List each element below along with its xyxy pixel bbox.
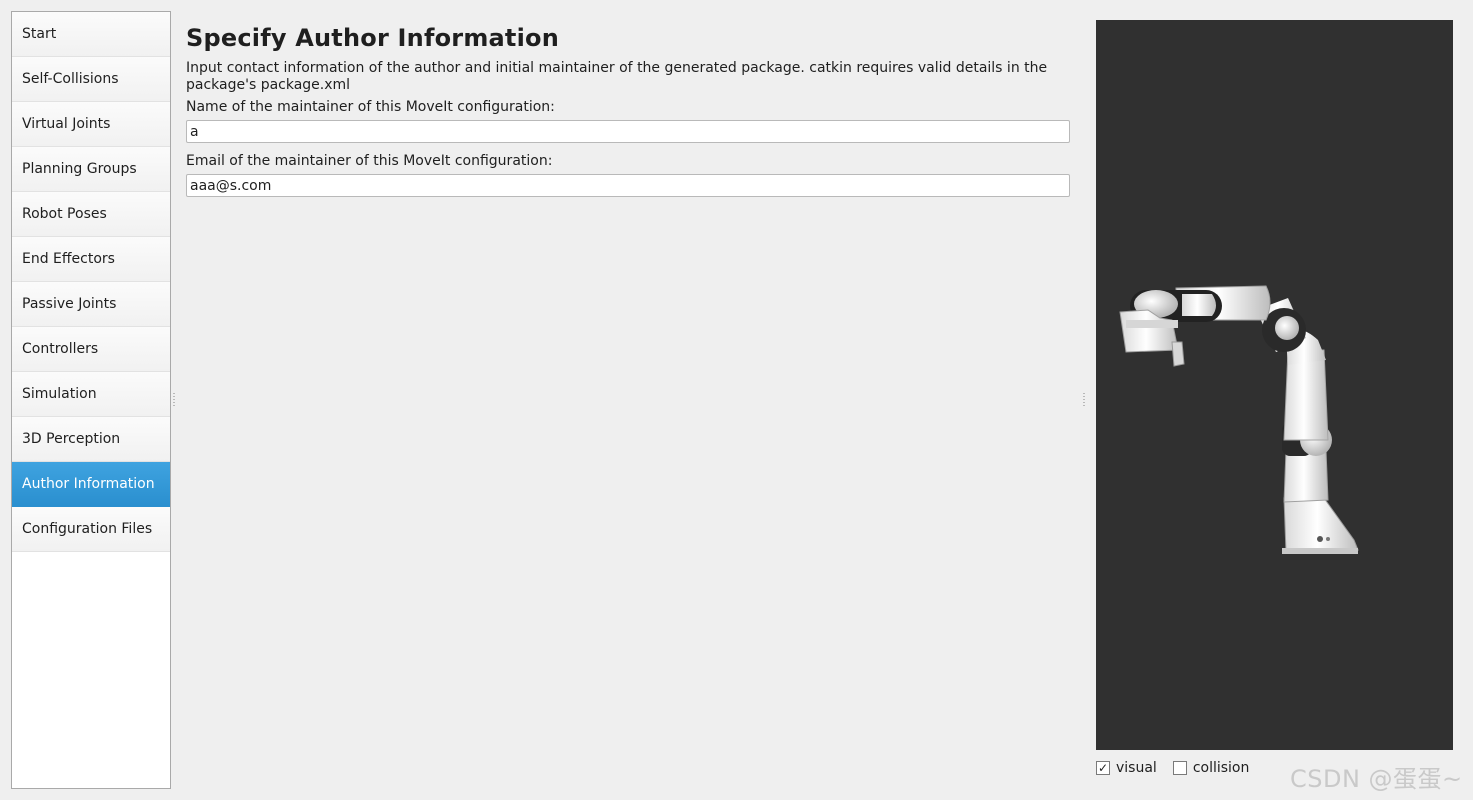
visual-checkbox[interactable]: ✓ visual <box>1096 760 1157 776</box>
sidebar-item-author-information[interactable]: Author Information <box>12 462 170 507</box>
sidebar-item-3d-perception[interactable]: 3D Perception <box>12 417 170 462</box>
sidebar-item-simulation[interactable]: Simulation <box>12 372 170 417</box>
watermark: CSDN @蛋蛋~ <box>1290 765 1463 793</box>
page-description: Input contact information of the author … <box>186 60 1048 93</box>
maintainer-email-input[interactable] <box>186 174 1070 197</box>
sidebar-item-passive-joints[interactable]: Passive Joints <box>12 282 170 327</box>
visual-checkbox-box[interactable]: ✓ <box>1096 761 1110 775</box>
sidebar-item-configuration-files[interactable]: Configuration Files <box>12 507 170 552</box>
name-label: Name of the maintainer of this MoveIt co… <box>186 99 555 115</box>
left-splitter-handle[interactable] <box>173 393 175 407</box>
collision-checkbox[interactable]: collision <box>1172 760 1250 776</box>
robot-3d-viewer[interactable] <box>1096 20 1453 750</box>
email-label: Email of the maintainer of this MoveIt c… <box>186 153 553 169</box>
sidebar-item-robot-poses[interactable]: Robot Poses <box>12 192 170 237</box>
maintainer-name-input[interactable] <box>186 120 1070 143</box>
sidebar-item-planning-groups[interactable]: Planning Groups <box>12 147 170 192</box>
sidebar-item-start[interactable]: Start <box>12 12 170 57</box>
author-info-panel: Specify Author Information Input contact… <box>186 20 1072 207</box>
page-title: Specify Author Information <box>186 24 559 52</box>
sidebar-item-end-effectors[interactable]: End Effectors <box>12 237 170 282</box>
right-splitter-handle[interactable] <box>1083 393 1085 407</box>
sidebar-item-virtual-joints[interactable]: Virtual Joints <box>12 102 170 147</box>
sidebar-item-self-collisions[interactable]: Self-Collisions <box>12 57 170 102</box>
collision-checkbox-label: collision <box>1192 760 1250 776</box>
sidebar-item-controllers[interactable]: Controllers <box>12 327 170 372</box>
step-sidebar: Start Self-Collisions Virtual Joints Pla… <box>11 11 171 789</box>
collision-checkbox-box[interactable] <box>1172 761 1187 775</box>
render-options: ✓ visual collision <box>1096 760 1265 776</box>
robot-arm-render <box>1119 285 1359 554</box>
visual-checkbox-label: visual <box>1116 760 1157 776</box>
